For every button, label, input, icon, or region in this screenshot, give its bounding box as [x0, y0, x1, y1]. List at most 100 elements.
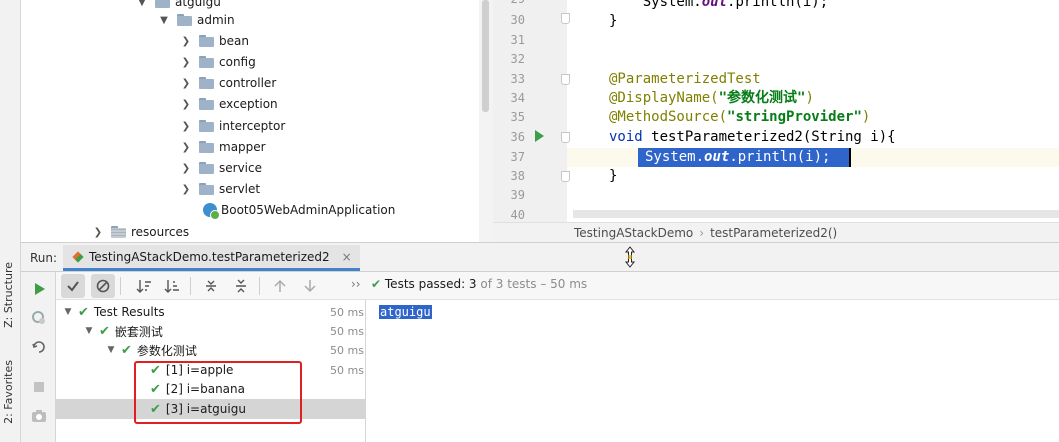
chevron-right-icon[interactable]: ❯: [179, 161, 193, 175]
editor-horizontal-scrollbar[interactable]: [573, 210, 1059, 218]
tree-item-admin[interactable]: ▼ admin: [157, 10, 235, 30]
stop-button[interactable]: [30, 378, 48, 396]
tree-item-resources[interactable]: ❯ resources: [91, 222, 189, 242]
test-node-label: 参数化测试: [136, 343, 197, 358]
tree-item-bean[interactable]: ❯ bean: [179, 31, 249, 51]
check-icon: [67, 281, 79, 292]
console-output-line[interactable]: atguigu: [379, 305, 432, 319]
chevron-down-icon[interactable]: ▼: [83, 326, 95, 336]
tree-item-label: servlet: [219, 182, 261, 196]
tree-item-service[interactable]: ❯ service: [179, 158, 262, 178]
chevron-down-icon[interactable]: ▼: [157, 13, 171, 27]
tree-item-label: exception: [219, 97, 278, 111]
tests-status-suffix: of 3 tests – 50 ms: [476, 277, 588, 291]
code-line-29: System.out.println(i);: [609, 0, 829, 10]
project-tree-scrollbar[interactable]: [479, 0, 493, 242]
arrow-down-icon: [304, 280, 316, 293]
favorites-tab[interactable]: 2: Favorites: [2, 360, 15, 424]
fold-marker-icon[interactable]: [561, 171, 570, 182]
auto-test-icon: [32, 341, 45, 353]
code-line-36: void testParameterized2(String i){: [609, 129, 896, 145]
toggle-auto-test-button[interactable]: [30, 338, 48, 356]
scrollbar-thumb[interactable]: [482, 0, 489, 112]
collapse-all-icon: [236, 279, 246, 293]
rerun-failed-icon: [32, 311, 45, 324]
line-number: 39: [510, 188, 525, 202]
tab-label: TestingAStackDemo.testParameterized2: [89, 249, 330, 264]
chevron-down-icon[interactable]: ▼: [135, 0, 149, 9]
tree-item-application[interactable]: Boot05WebAdminApplication: [203, 200, 395, 220]
code-line-35: @MethodSource("stringProvider"): [609, 109, 871, 125]
tree-item-interceptor[interactable]: ❯ interceptor: [179, 116, 285, 136]
fold-marker-icon[interactable]: [561, 13, 570, 24]
close-icon[interactable]: ×: [342, 250, 352, 264]
chevron-right-icon[interactable]: ❯: [179, 119, 193, 133]
chevron-right-icon[interactable]: ❯: [179, 76, 193, 90]
tab-run-configuration[interactable]: TestingAStackDemo.testParameterized2 ×: [63, 245, 360, 271]
tree-item-config[interactable]: ❯ config: [179, 52, 256, 72]
rerun-failed-button[interactable]: [30, 309, 48, 327]
chevron-right-icon[interactable]: ❯: [179, 97, 193, 111]
code-line-30: }: [609, 13, 618, 29]
chevron-down-icon[interactable]: ▼: [62, 307, 74, 317]
chevron-down-icon[interactable]: ▼: [105, 345, 117, 355]
sort-by-duration-button[interactable]: [160, 274, 184, 298]
text-caret: [849, 148, 851, 167]
chevron-right-icon[interactable]: ❯: [91, 225, 105, 239]
run-side-toolbar: [21, 272, 56, 442]
structure-tab[interactable]: Z: Structure: [2, 262, 15, 328]
test-node-parameterized[interactable]: ▼ ✔ 参数化测试 50 ms: [56, 340, 366, 360]
next-failed-button[interactable]: [298, 274, 322, 298]
chevron-right-icon[interactable]: ❯: [179, 182, 193, 196]
test-node-label: Test Results: [93, 305, 165, 319]
previous-failed-button[interactable]: [268, 274, 292, 298]
selected-code-line-37[interactable]: System.out.println(i);: [638, 148, 850, 167]
toolbar-separator: [120, 277, 121, 295]
tree-item-label: interceptor: [219, 119, 286, 133]
tree-item-label: mapper: [219, 140, 266, 154]
package-folder-icon: [199, 56, 215, 68]
code-line-33: @ParameterizedTest: [609, 71, 761, 87]
show-ignored-button[interactable]: [91, 274, 115, 298]
package-folder-icon: [199, 120, 215, 132]
line-number: 32: [510, 52, 525, 66]
test-duration: 50 ms: [330, 343, 364, 357]
breadcrumb-separator-icon: ›: [699, 225, 705, 240]
tree-item-exception[interactable]: ❯ exception: [179, 94, 278, 114]
chevron-right-icon[interactable]: ❯: [179, 55, 193, 69]
run-test-gutter-icon[interactable]: [535, 130, 544, 142]
play-icon: [35, 283, 45, 295]
check-icon: ✔: [99, 323, 110, 339]
line-number: 38: [510, 169, 525, 183]
expand-all-button[interactable]: [199, 274, 223, 298]
more-actions-button[interactable]: ››: [351, 277, 361, 291]
fold-marker-icon[interactable]: [561, 74, 570, 85]
tree-item-servlet[interactable]: ❯ servlet: [179, 179, 260, 199]
resize-cursor-icon: [624, 246, 636, 268]
test-results-root[interactable]: ▼ ✔ Test Results 50 ms: [56, 302, 366, 322]
junit-run-config-icon: [72, 250, 84, 263]
screenshot-button[interactable]: [30, 407, 48, 425]
sort-alphabetically-button[interactable]: [132, 274, 156, 298]
test-duration: 50 ms: [330, 324, 364, 338]
tree-item-mapper[interactable]: ❯ mapper: [179, 137, 266, 157]
line-number: 34: [510, 91, 525, 105]
test-node-nested[interactable]: ▼ ✔ 嵌套测试 50 ms: [56, 321, 366, 341]
rerun-button[interactable]: [30, 280, 48, 298]
package-folder-icon: [199, 141, 215, 153]
chevron-right-icon[interactable]: ❯: [179, 140, 193, 154]
show-passed-button[interactable]: [61, 274, 85, 298]
chevron-right-icon[interactable]: ❯: [179, 34, 193, 48]
collapse-all-button[interactable]: [229, 274, 253, 298]
tree-item-label: admin: [197, 13, 235, 27]
console-output-pane[interactable]: atguigu: [367, 300, 1059, 442]
breadcrumb-class[interactable]: TestingAStackDemo: [574, 226, 693, 240]
line-number: 30: [510, 13, 525, 27]
fold-marker-icon[interactable]: [561, 132, 570, 143]
test-duration: 50 ms: [330, 363, 364, 377]
code-editor[interactable]: 29 30 31 32 33 34 35 36 37 38 39 40 Syst…: [493, 0, 1059, 242]
tree-item-controller[interactable]: ❯ controller: [179, 73, 276, 93]
tree-item-label: Boot05WebAdminApplication: [221, 203, 396, 217]
breadcrumb-method[interactable]: testParameterized2(): [710, 226, 837, 240]
tree-item-label: service: [219, 161, 262, 175]
